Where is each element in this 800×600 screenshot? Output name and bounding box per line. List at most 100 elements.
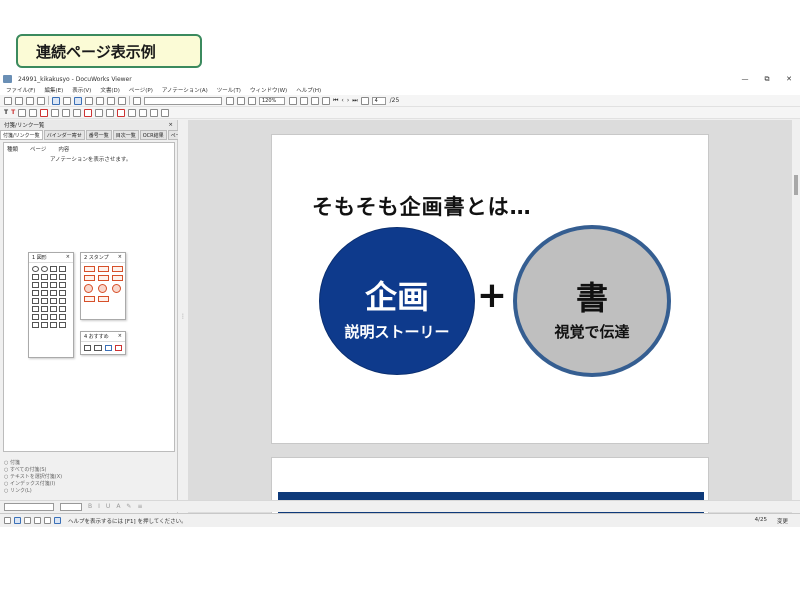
square-shape-icon[interactable] <box>32 274 39 280</box>
find-next-icon[interactable] <box>226 96 234 105</box>
column-type[interactable]: 種類 <box>7 145 18 153</box>
properties-icon[interactable] <box>139 108 148 117</box>
callout-oval-icon[interactable] <box>41 314 48 320</box>
triangle-outline-icon[interactable] <box>50 282 57 288</box>
option-link[interactable]: リンク(L) <box>4 488 62 495</box>
text-tool-icon[interactable]: T <box>4 109 8 116</box>
line-icon[interactable] <box>51 108 60 117</box>
fit-width-icon[interactable] <box>311 96 319 105</box>
ellipse-icon[interactable] <box>62 108 71 117</box>
continuous-page-icon[interactable] <box>360 96 369 105</box>
rec-pen-icon[interactable] <box>104 345 112 351</box>
stamp-date-icon[interactable] <box>84 296 95 302</box>
rec-note-icon[interactable] <box>84 345 92 351</box>
rec-marker-icon[interactable] <box>114 345 122 351</box>
menu-file[interactable]: ファイル(F) <box>6 86 35 94</box>
tab-contents[interactable]: 目次一覧 <box>112 130 139 140</box>
document-view[interactable]: そもそも企画書とは… 企画 説明ストーリー + 書 視覚で伝達 <box>188 120 792 513</box>
x-shape-icon[interactable] <box>59 322 66 328</box>
stamp-received-icon[interactable] <box>98 275 109 281</box>
callout-cloud-icon[interactable] <box>50 314 57 320</box>
stamp-circle-2-icon[interactable] <box>98 284 107 293</box>
search-input[interactable] <box>144 96 222 105</box>
marker-icon[interactable] <box>40 108 49 117</box>
menu-page[interactable]: ページ(P) <box>129 86 153 94</box>
status-view-icon[interactable] <box>54 517 61 524</box>
zoom-in-icon[interactable] <box>322 96 330 105</box>
bracket-left-icon[interactable] <box>32 290 39 296</box>
status-spread-icon[interactable] <box>24 517 31 524</box>
brace-left-icon[interactable] <box>50 290 57 296</box>
tab-ocr[interactable]: OCR結果 <box>139 130 167 140</box>
menu-tools[interactable]: ツール(T) <box>217 86 241 94</box>
tag-shape-icon[interactable] <box>32 282 39 288</box>
line-color-icon[interactable]: ✎ <box>126 503 131 510</box>
bracket-right-icon[interactable] <box>41 290 48 296</box>
image-icon[interactable] <box>106 108 115 117</box>
stamp-icon[interactable] <box>84 108 93 117</box>
callout-shape-icon[interactable] <box>32 314 39 320</box>
link-icon[interactable] <box>95 108 104 117</box>
callout-round-icon[interactable] <box>59 314 66 320</box>
minimize-button[interactable]: — <box>734 73 756 85</box>
ellipse-shape-icon[interactable] <box>59 274 66 280</box>
palette-icon[interactable] <box>161 108 170 117</box>
page-number-input[interactable]: 4 <box>371 96 386 105</box>
close-button[interactable]: ✕ <box>778 73 800 85</box>
open-icon[interactable] <box>26 96 34 105</box>
filled-square-shape-icon[interactable] <box>41 274 48 280</box>
layer-icon[interactable] <box>150 108 159 117</box>
font-color-icon[interactable]: A <box>116 503 120 510</box>
eye-shape-icon[interactable] <box>59 298 66 304</box>
print-icon[interactable] <box>15 96 23 105</box>
star-shape-icon[interactable] <box>50 274 57 280</box>
menu-window[interactable]: ウィンドウ(W) <box>250 86 287 94</box>
diamond-shape-icon[interactable] <box>41 282 48 288</box>
thumbnail-icon[interactable] <box>107 96 115 105</box>
stamp-confidential-icon[interactable] <box>98 266 109 272</box>
text-red-tool-icon[interactable]: T <box>11 109 15 116</box>
copy-icon[interactable] <box>85 96 93 105</box>
pan-icon[interactable] <box>248 96 256 105</box>
square-bracket-icon[interactable] <box>32 298 39 304</box>
stamp-draft-icon[interactable] <box>84 275 95 281</box>
stamp-urgent-icon[interactable] <box>112 266 123 272</box>
save-icon[interactable] <box>37 96 45 105</box>
status-flag-icon[interactable] <box>44 517 51 524</box>
vertical-scrollbar[interactable] <box>792 120 800 513</box>
block-arrow-icon[interactable] <box>50 306 57 312</box>
panel-splitter[interactable]: ⋮ <box>178 120 188 513</box>
stamp-approved-icon[interactable] <box>84 266 95 272</box>
curve-shape-icon[interactable] <box>50 298 57 304</box>
menu-help[interactable]: ヘルプ(H) <box>296 86 321 94</box>
stamp-circle-3-icon[interactable] <box>112 284 121 293</box>
palette-close-icon[interactable]: × <box>66 254 70 261</box>
palette-close-icon[interactable]: × <box>118 254 122 261</box>
stamp-circle-1-icon[interactable] <box>84 284 93 293</box>
menu-edit[interactable]: 編集(E) <box>44 86 63 94</box>
brace-right-icon[interactable] <box>59 290 66 296</box>
select-icon[interactable] <box>52 96 60 105</box>
curly-brace-icon[interactable] <box>41 298 48 304</box>
stamp-done-icon[interactable] <box>112 275 123 281</box>
tab-numbers[interactable]: 番号一覧 <box>85 130 112 140</box>
stamp-name-icon[interactable] <box>98 296 109 302</box>
font-size-select[interactable] <box>60 502 82 511</box>
tab-binder[interactable]: バインダー寄せ <box>43 130 85 140</box>
note-shape-icon[interactable] <box>32 322 39 328</box>
next-page-icon[interactable]: › <box>347 97 349 104</box>
rotate-icon[interactable] <box>118 96 126 105</box>
status-cursor-icon[interactable] <box>4 517 11 524</box>
align-icon[interactable]: ≡ <box>137 503 142 510</box>
annotation-icon[interactable] <box>74 96 82 105</box>
palette-close-icon[interactable]: × <box>118 333 122 340</box>
first-page-icon[interactable]: ⏮ <box>333 97 338 105</box>
zoom-out-icon[interactable] <box>289 96 297 105</box>
ring-shape-icon[interactable] <box>41 266 48 272</box>
panel-close-icon[interactable]: × <box>168 122 173 128</box>
eraser-icon[interactable] <box>117 108 126 117</box>
arrow-left-shape-icon[interactable] <box>41 306 48 312</box>
arrow-icon[interactable] <box>73 108 82 117</box>
cross-shape-icon[interactable] <box>59 306 66 312</box>
zoom-select[interactable]: 120% <box>259 96 285 105</box>
